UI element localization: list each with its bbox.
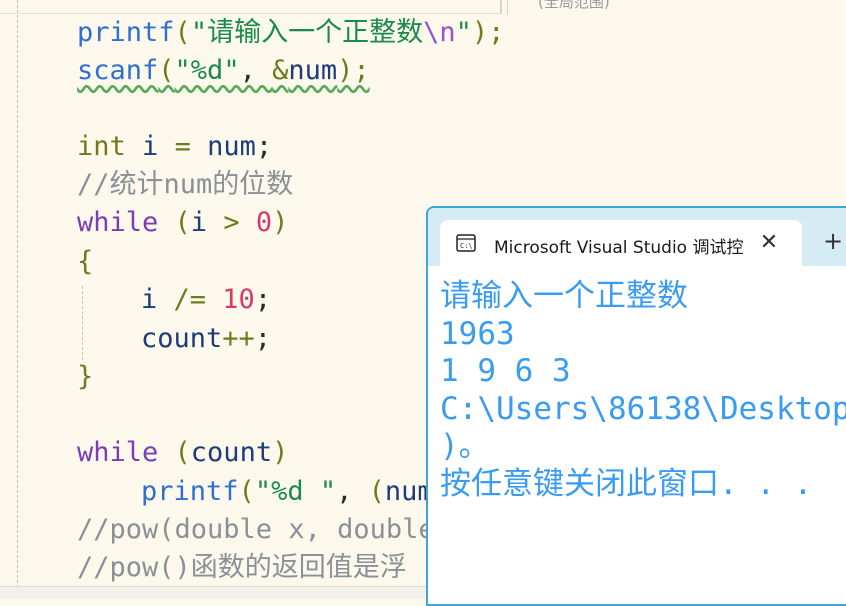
warning-squiggle: scanf("%d", &num); (77, 55, 370, 86)
code-token: ) (272, 437, 289, 468)
code-token: count (141, 323, 223, 354)
code-token: { (77, 246, 94, 277)
code-token: //pow()函数的返回值是浮 (77, 552, 407, 583)
code-token: //pow(double x, double (77, 514, 435, 545)
code-token: " (455, 17, 472, 48)
horizontal-scrollbar[interactable] (0, 586, 428, 599)
code-token: ; (254, 323, 272, 354)
code-line[interactable]: count++; (141, 320, 271, 358)
code-text: while (i > 0) (77, 207, 288, 238)
console-output-line: 请输入一个正整数 (440, 278, 688, 314)
code-text: } (77, 361, 93, 392)
code-line[interactable]: //pow()函数的返回值是浮 (77, 549, 407, 587)
code-token: printf (141, 476, 239, 507)
console-output-line: 1963 (440, 315, 515, 352)
code-token: i (190, 207, 208, 238)
code-token: ; (255, 131, 273, 162)
code-token: & (272, 55, 289, 86)
indent-guide (82, 286, 83, 360)
code-token: = (174, 131, 191, 162)
code-token: 10 (222, 284, 255, 315)
code-text: printf("%d ", (num (141, 476, 434, 507)
code-text: //pow(double x, double (77, 514, 435, 545)
code-text: int i = num; (77, 131, 272, 162)
code-token: printf (77, 17, 175, 48)
code-token: num (288, 55, 338, 86)
tab-debug-console[interactable]: C:\ Microsoft Visual Studio 调试控 ✕ (440, 220, 802, 266)
code-text: { (77, 246, 93, 277)
code-token: scanf (77, 55, 159, 86)
code-token: ( (238, 476, 255, 507)
console-tab-bar: C:\ Microsoft Visual Studio 调试控 ✕ + (428, 208, 846, 266)
tab-title: Microsoft Visual Studio 调试控 (494, 238, 744, 255)
code-line[interactable]: //统计num的位数 (77, 166, 293, 204)
code-token: ( (158, 207, 191, 238)
code-token: while (77, 207, 159, 238)
code-token: /= (157, 284, 223, 315)
code-token: while (77, 437, 159, 468)
code-token: "%d " (254, 476, 337, 507)
console-output-line: 1 9 6 3 (440, 353, 571, 389)
console-app-icon: C:\ (456, 234, 476, 252)
code-token: \n (423, 17, 456, 48)
code-text: count++; (141, 323, 271, 354)
code-token: //统计num的位数 (77, 169, 294, 200)
code-text: //统计num的位数 (77, 169, 293, 200)
code-line[interactable]: i /= 10; (141, 281, 271, 319)
code-token: ( (158, 437, 191, 468)
code-token: > (207, 207, 256, 238)
code-token: i (141, 284, 158, 315)
code-text: printf("请输入一个正整数\n"); (77, 17, 504, 48)
code-token: ( (158, 55, 175, 86)
code-line[interactable]: } (77, 358, 93, 396)
debug-console-window[interactable]: C:\ Microsoft Visual Studio 调试控 ✕ + 请输入一… (426, 206, 846, 606)
console-output-line: C:\Users\86138\Desktop (440, 390, 846, 427)
code-token: "请输入一个正整数 (190, 17, 424, 48)
code-token: ) (272, 207, 289, 238)
svg-text:C:\: C:\ (460, 242, 473, 250)
code-line[interactable]: printf("请输入一个正整数\n"); (77, 14, 504, 52)
code-line[interactable]: int i = num; (77, 128, 272, 166)
code-token: ( (174, 17, 191, 48)
close-icon[interactable]: ✕ (758, 232, 780, 254)
code-token: ( (368, 476, 385, 507)
code-token: } (77, 361, 94, 392)
code-token: num (190, 131, 256, 162)
code-line[interactable]: //pow(double x, double (77, 511, 435, 549)
code-token: , (336, 476, 369, 507)
code-token: count (190, 437, 273, 468)
code-line[interactable]: scanf("%d", &num); (77, 52, 370, 90)
code-token: "%d" (174, 55, 240, 86)
code-text: //pow()函数的返回值是浮 (77, 552, 407, 583)
code-token: , (239, 55, 273, 86)
code-text: while (count) (77, 437, 288, 468)
console-output-line: )。 (440, 428, 490, 464)
code-line[interactable]: printf("%d ", (num (141, 473, 434, 511)
code-token: ); (471, 17, 505, 48)
new-tab-icon[interactable]: + (822, 229, 844, 253)
code-token: 0 (255, 207, 273, 238)
code-token: ); (337, 55, 370, 86)
code-line[interactable]: { (77, 243, 93, 281)
console-output: 请输入一个正整数 1963 1 9 6 3 C:\Users\86138\Des… (440, 278, 846, 503)
code-token: ; (254, 284, 272, 315)
code-line[interactable]: while (count) (77, 434, 288, 472)
console-output-line: 按任意键关闭此窗口. . . (440, 465, 813, 502)
code-token: int (77, 131, 126, 162)
code-text: i /= 10; (141, 284, 271, 315)
code-token: ++ (222, 323, 255, 354)
code-token: i (125, 131, 175, 162)
code-line[interactable]: while (i > 0) (77, 204, 288, 242)
